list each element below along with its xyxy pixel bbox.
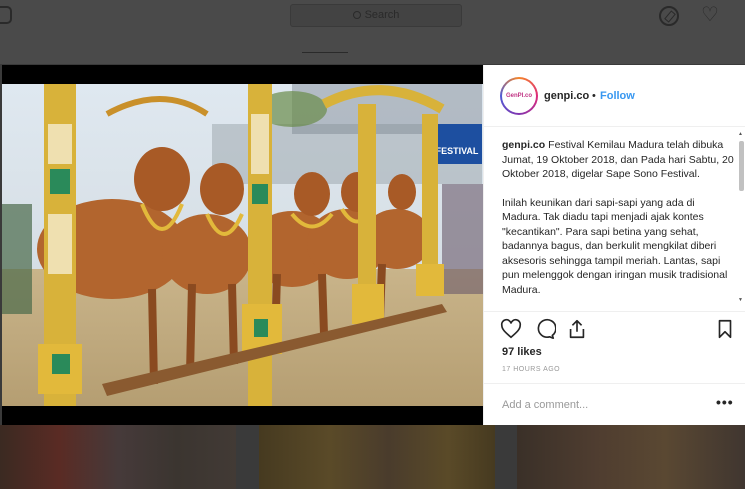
bookmark-icon[interactable] xyxy=(714,318,736,340)
search-placeholder: Search xyxy=(364,9,400,21)
caption-username[interactable]: genpi.co xyxy=(502,139,545,151)
like-heart-icon[interactable] xyxy=(500,318,522,340)
post-caption: genpi.co Festival Kemilau Madura telah di… xyxy=(502,138,734,310)
avatar[interactable]: GenPI.co xyxy=(500,77,538,115)
comment-icon[interactable] xyxy=(534,318,556,340)
cattle-festival-image: FESTIVAL xyxy=(2,84,483,406)
grid-thumbnail[interactable] xyxy=(0,425,236,489)
scroll-up-arrow[interactable]: ▲ xyxy=(738,131,743,137)
post-modal: FESTIVAL GenPI.co genpi.co • Follow genp… xyxy=(2,65,745,425)
follow-button[interactable]: Follow xyxy=(600,90,635,102)
caption-paragraph-2: Inilah keunikan dari sapi-sapi yang ada … xyxy=(502,196,728,296)
grid-thumbnail[interactable] xyxy=(259,425,495,489)
comment-section: ••• xyxy=(484,383,745,425)
post-username[interactable]: genpi.co xyxy=(544,90,589,102)
search-icon xyxy=(352,11,361,19)
compass-icon[interactable] xyxy=(659,6,679,26)
grid-thumbnail[interactable] xyxy=(517,425,745,489)
search-box[interactable]: Search xyxy=(290,4,462,27)
post-actions xyxy=(484,311,745,345)
share-icon[interactable] xyxy=(566,318,588,340)
post-timestamp: 17 HOURS AGO xyxy=(502,366,561,373)
separator-dot: • xyxy=(592,90,596,102)
heart-icon[interactable]: ♡ xyxy=(701,5,719,25)
likes-count[interactable]: 97 likes xyxy=(502,346,542,358)
instagram-icon[interactable] xyxy=(0,6,12,24)
tab-divider xyxy=(302,52,348,53)
post-photo[interactable]: FESTIVAL xyxy=(2,65,483,425)
avatar-logo-text: GenPI.co xyxy=(502,79,536,113)
background-post-grid xyxy=(0,425,745,489)
post-sidebar: GenPI.co genpi.co • Follow genpi.co Festi… xyxy=(483,65,745,425)
more-options-icon[interactable]: ••• xyxy=(716,394,734,410)
scrollbar-thumb[interactable] xyxy=(739,141,744,191)
top-navigation: Search ♡ xyxy=(0,0,745,64)
scroll-down-arrow[interactable]: ▼ xyxy=(738,297,743,303)
photo-banner-text: FESTIVAL xyxy=(436,146,479,156)
comment-input[interactable] xyxy=(502,396,702,414)
post-header: GenPI.co genpi.co • Follow xyxy=(484,65,745,127)
